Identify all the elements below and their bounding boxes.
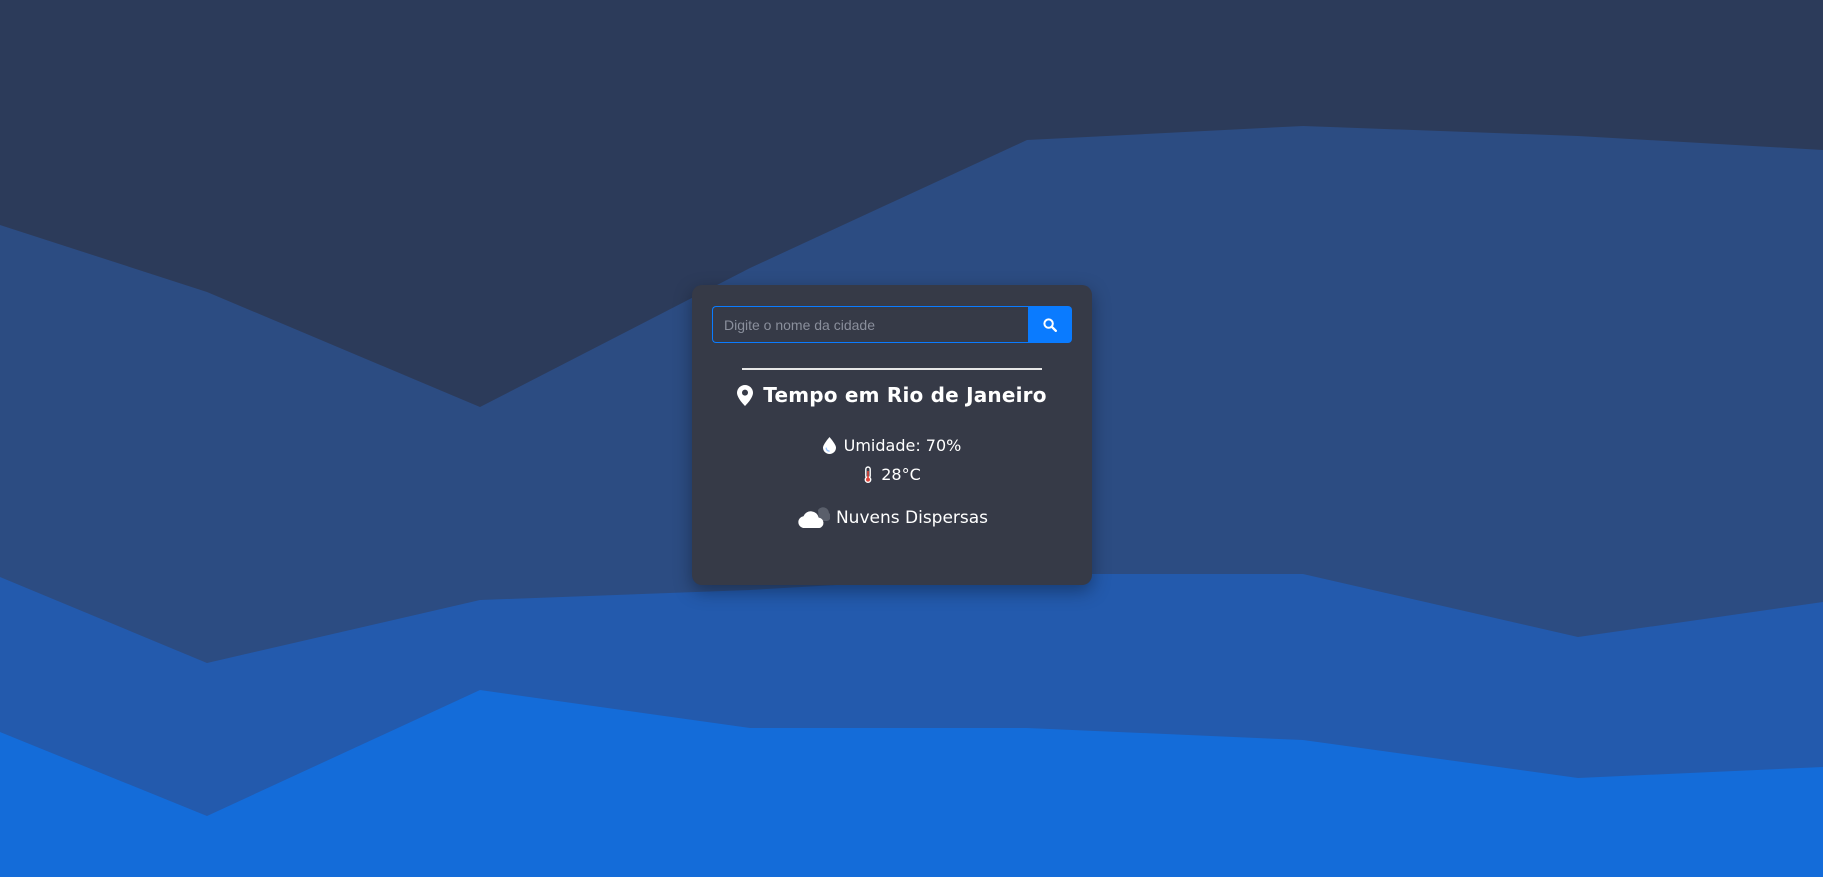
search-button[interactable]	[1028, 306, 1072, 343]
city-search-input[interactable]	[712, 306, 1028, 343]
temperature-value: 28°C	[881, 465, 921, 484]
condition-row: Nuvens Dispersas	[692, 506, 1092, 530]
water-drop-icon	[822, 437, 836, 454]
thermometer-icon	[863, 465, 873, 484]
search-icon	[1043, 317, 1057, 332]
cloud-icon	[796, 506, 830, 530]
map-pin-icon	[737, 384, 754, 406]
temperature-row: 28°C	[692, 465, 1092, 484]
weather-description: Nuvens Dispersas	[835, 508, 989, 528]
humidity-row: Umidade: 70%	[692, 436, 1092, 455]
weather-card: Tempo em Rio de Janeiro Umidade: 70% 28°…	[692, 285, 1092, 585]
location-title: Tempo em Rio de Janeiro	[692, 383, 1092, 407]
divider	[742, 368, 1042, 370]
page-title: Tempo em Rio de Janeiro	[763, 383, 1047, 407]
humidity-value: Umidade: 70%	[843, 436, 962, 455]
search-bar	[712, 306, 1072, 343]
